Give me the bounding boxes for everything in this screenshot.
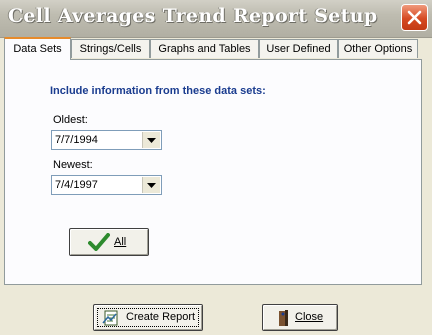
oldest-dropdown[interactable]: 7/7/1994 <box>51 130 162 150</box>
newest-dropdown-button[interactable] <box>142 177 160 193</box>
oldest-dropdown-button[interactable] <box>142 132 160 148</box>
tab-user-defined[interactable]: User Defined <box>259 39 338 58</box>
create-report-label: Create Report <box>126 311 196 323</box>
dropdown-arrow-icon <box>147 138 156 143</box>
oldest-label: Oldest: <box>53 114 88 126</box>
newest-dropdown[interactable]: 7/4/1997 <box>51 175 162 195</box>
checkmark-icon <box>88 233 110 251</box>
tab-graphs-and-tables[interactable]: Graphs and Tables <box>150 39 259 58</box>
dialog-window: Cell Averages Trend Report Setup Data Se… <box>0 0 432 335</box>
door-exit-icon <box>279 310 288 326</box>
close-button-label: Close <box>295 311 324 323</box>
title-bar[interactable]: Cell Averages Trend Report Setup <box>0 0 432 38</box>
tab-other-options[interactable]: Other Options <box>338 39 418 58</box>
close-window-button[interactable] <box>401 4 428 31</box>
oldest-value: 7/7/1994 <box>55 134 98 146</box>
data-sets-heading: Include information from these data sets… <box>50 85 266 97</box>
tab-strip: Data Sets Strings/Cells Graphs and Table… <box>4 37 430 60</box>
all-button-label: All <box>114 236 127 248</box>
close-button[interactable]: Close <box>262 304 338 331</box>
newest-label: Newest: <box>53 159 93 171</box>
window-title: Cell Averages Trend Report Setup <box>8 5 378 27</box>
create-report-button[interactable]: Create Report <box>93 304 203 331</box>
dialog-footer: Create Report Close <box>0 286 432 335</box>
newest-value: 7/4/1997 <box>55 179 98 191</box>
tab-data-sets[interactable]: Data Sets <box>4 37 71 60</box>
dropdown-arrow-icon <box>147 183 156 188</box>
all-button[interactable]: All <box>69 228 149 256</box>
close-icon <box>407 10 422 25</box>
tab-strings-cells[interactable]: Strings/Cells <box>71 39 150 58</box>
report-icon <box>102 310 118 326</box>
